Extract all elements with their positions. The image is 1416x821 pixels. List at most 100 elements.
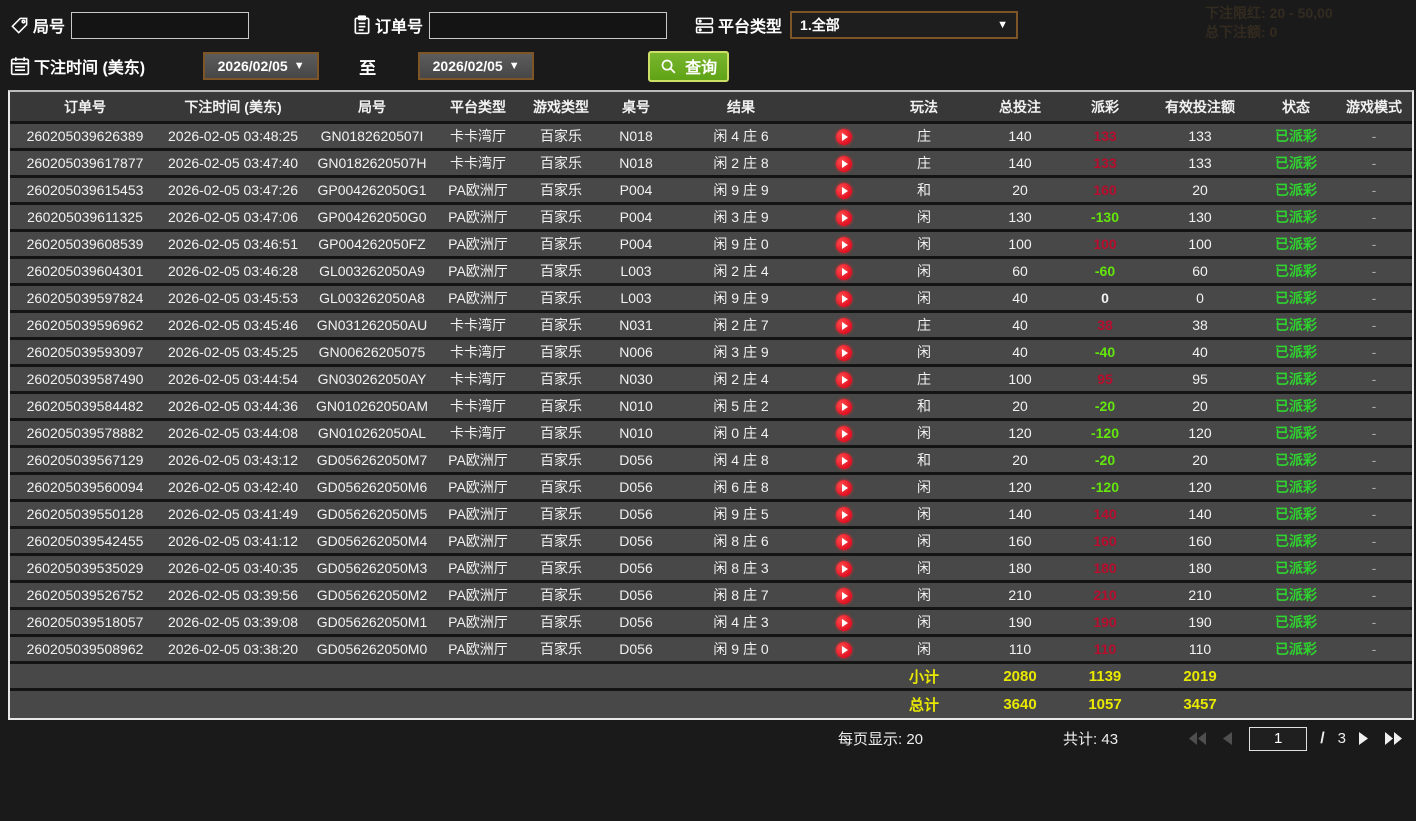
play-video-icon[interactable]	[836, 210, 852, 226]
cell-valid-bet: 38	[1144, 317, 1256, 333]
play-video-icon[interactable]	[836, 561, 852, 577]
play-video-icon[interactable]	[836, 264, 852, 280]
cell-result: 闲 4 庄 6	[668, 126, 814, 146]
cell-table-no: D056	[604, 479, 668, 495]
cell-total-bet: 20	[974, 452, 1066, 468]
cell-table-no: D056	[604, 533, 668, 549]
total-label: 总计	[874, 694, 974, 715]
table-row: 260205039550128 2026-02-05 03:41:49 GD05…	[10, 502, 1412, 529]
date-to-select[interactable]: 2026/02/05 ▼	[418, 52, 534, 80]
play-video-icon[interactable]	[836, 615, 852, 631]
cell-play-type: 闲	[874, 288, 974, 308]
cell-payout: 100	[1066, 236, 1144, 252]
current-page-input[interactable]: 1	[1249, 727, 1307, 751]
cell-payout: 133	[1066, 128, 1144, 144]
play-video-icon[interactable]	[836, 588, 852, 604]
play-video-icon[interactable]	[836, 642, 852, 658]
play-video-icon[interactable]	[836, 129, 852, 145]
cell-replay	[814, 478, 874, 495]
cell-order-no: 260205039596962	[10, 317, 160, 333]
play-video-icon[interactable]	[836, 399, 852, 415]
table-header-row: 订单号下注时间 (美东)局号平台类型游戏类型桌号结果玩法总投注派彩有效投注额状态…	[10, 92, 1412, 124]
cell-bet-time: 2026-02-05 03:48:25	[160, 128, 306, 144]
cell-table-no: P004	[604, 236, 668, 252]
cell-order-no: 260205039587490	[10, 371, 160, 387]
cell-game-type: 百家乐	[518, 180, 604, 200]
play-video-icon[interactable]	[836, 345, 852, 361]
cell-total-bet: 40	[974, 290, 1066, 306]
cell-game-no: GD056262050M0	[306, 641, 438, 657]
platform-select[interactable]: 1.全部 ▼	[790, 11, 1018, 39]
cell-platform: PA欧洲厅	[438, 450, 518, 470]
cell-game-mode: -	[1336, 614, 1412, 630]
table-row: 260205039611325 2026-02-05 03:47:06 GP00…	[10, 205, 1412, 232]
cell-play-type: 和	[874, 396, 974, 416]
cell-result: 闲 3 庄 9	[668, 342, 814, 362]
cell-platform: 卡卡湾厅	[438, 369, 518, 389]
total-payout: 1057	[1066, 696, 1144, 713]
cell-game-type: 百家乐	[518, 423, 604, 443]
order-number-input[interactable]	[429, 12, 667, 39]
play-video-icon[interactable]	[836, 183, 852, 199]
play-video-icon[interactable]	[836, 237, 852, 253]
cell-total-bet: 100	[974, 236, 1066, 252]
cell-result: 闲 3 庄 9	[668, 207, 814, 227]
cell-status: 已派彩	[1256, 288, 1336, 308]
prev-page-button[interactable]	[1223, 732, 1236, 745]
cell-play-type: 闲	[874, 585, 974, 605]
cell-game-type: 百家乐	[518, 288, 604, 308]
cell-table-no: N018	[604, 128, 668, 144]
cell-replay	[814, 424, 874, 441]
cell-replay	[814, 532, 874, 549]
cell-order-no: 260205039584482	[10, 398, 160, 414]
play-video-icon[interactable]	[836, 453, 852, 469]
cell-play-type: 闲	[874, 531, 974, 551]
play-video-icon[interactable]	[836, 291, 852, 307]
cell-game-type: 百家乐	[518, 612, 604, 632]
table-row: 260205039587490 2026-02-05 03:44:54 GN03…	[10, 367, 1412, 394]
cell-play-type: 闲	[874, 261, 974, 281]
faint-limit-info: 下注限红: 20 - 50,00 总下注额: 0	[1205, 4, 1416, 42]
cell-game-no: GN0182620507H	[306, 155, 438, 171]
cell-table-no: P004	[604, 209, 668, 225]
cell-game-mode: -	[1336, 155, 1412, 171]
play-video-icon[interactable]	[836, 480, 852, 496]
cell-total-bet: 210	[974, 587, 1066, 603]
play-video-icon[interactable]	[836, 318, 852, 334]
cell-replay	[814, 154, 874, 171]
date-from-select[interactable]: 2026/02/05 ▼	[203, 52, 319, 80]
clipboard-icon	[353, 15, 371, 35]
cell-bet-time: 2026-02-05 03:46:51	[160, 236, 306, 252]
cell-game-no: GN0182620507I	[306, 128, 438, 144]
calendar-icon	[10, 56, 30, 76]
next-page-button[interactable]	[1359, 732, 1372, 745]
cell-table-no: D056	[604, 560, 668, 576]
cell-result: 闲 0 庄 4	[668, 423, 814, 443]
date-to-value: 2026/02/05	[433, 58, 503, 74]
play-video-icon[interactable]	[836, 156, 852, 172]
first-page-button[interactable]	[1189, 732, 1210, 745]
play-video-icon[interactable]	[836, 426, 852, 442]
last-page-button[interactable]	[1385, 732, 1406, 745]
play-video-icon[interactable]	[836, 372, 852, 388]
cell-bet-time: 2026-02-05 03:47:26	[160, 182, 306, 198]
orders-table: 订单号下注时间 (美东)局号平台类型游戏类型桌号结果玩法总投注派彩有效投注额状态…	[8, 90, 1414, 720]
cell-status: 已派彩	[1256, 558, 1336, 578]
cell-replay	[814, 559, 874, 576]
cell-total-bet: 190	[974, 614, 1066, 630]
game-number-input[interactable]	[71, 12, 249, 39]
cell-play-type: 闲	[874, 342, 974, 362]
column-header: 派彩	[1066, 97, 1144, 117]
cell-order-no: 260205039560094	[10, 479, 160, 495]
cell-payout: 0	[1066, 290, 1144, 306]
cell-replay	[814, 289, 874, 306]
cell-replay	[814, 397, 874, 414]
play-video-icon[interactable]	[836, 534, 852, 550]
cell-total-bet: 20	[974, 182, 1066, 198]
cell-game-type: 百家乐	[518, 585, 604, 605]
cell-result: 闲 6 庄 8	[668, 477, 814, 497]
cell-valid-bet: 140	[1144, 506, 1256, 522]
play-video-icon[interactable]	[836, 507, 852, 523]
search-button[interactable]: 查询	[648, 51, 729, 82]
cell-status: 已派彩	[1256, 315, 1336, 335]
